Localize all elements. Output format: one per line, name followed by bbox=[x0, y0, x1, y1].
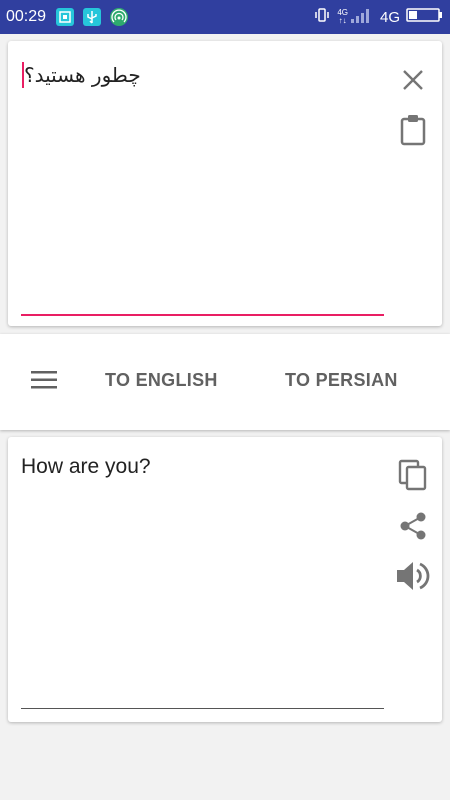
status-bar: 00:29 4G ↑↓ 4G bbox=[0, 0, 450, 34]
output-underline bbox=[21, 708, 384, 709]
hamburger-menu-icon[interactable] bbox=[28, 366, 60, 394]
network-type-small-bottom: ↑↓ bbox=[338, 16, 347, 25]
to-persian-button[interactable]: TO PERSIAN bbox=[285, 370, 398, 391]
vibrate-icon bbox=[313, 6, 331, 29]
input-underline bbox=[21, 314, 384, 316]
language-toolbar: TO ENGLISH TO PERSIAN bbox=[0, 334, 450, 430]
persian-input-field[interactable]: چطور هستید؟ bbox=[21, 62, 141, 88]
input-card: چطور هستید؟ bbox=[8, 41, 442, 326]
network-type-label: 4G bbox=[379, 8, 400, 26]
persian-input-text: چطور هستید؟ bbox=[24, 63, 141, 87]
english-output-text: How are you? bbox=[21, 455, 151, 478]
close-icon[interactable] bbox=[398, 65, 428, 95]
screenshot-icon bbox=[56, 8, 74, 26]
text-cursor bbox=[22, 62, 24, 88]
speaker-icon[interactable] bbox=[394, 558, 432, 594]
status-time: 00:29 bbox=[6, 8, 47, 25]
network-type-small: 4G ↑↓ bbox=[337, 9, 348, 25]
hotspot-icon bbox=[110, 8, 128, 26]
clipboard-icon[interactable] bbox=[397, 113, 429, 147]
to-english-button[interactable]: TO ENGLISH bbox=[105, 370, 218, 391]
copy-icon[interactable] bbox=[396, 457, 430, 493]
usb-icon bbox=[83, 8, 101, 26]
signal-icon bbox=[350, 6, 376, 29]
battery-icon bbox=[406, 7, 444, 28]
output-card: How are you? bbox=[8, 437, 442, 722]
share-icon[interactable] bbox=[396, 510, 430, 542]
status-right-group: 4G ↑↓ 4G bbox=[313, 6, 444, 28]
